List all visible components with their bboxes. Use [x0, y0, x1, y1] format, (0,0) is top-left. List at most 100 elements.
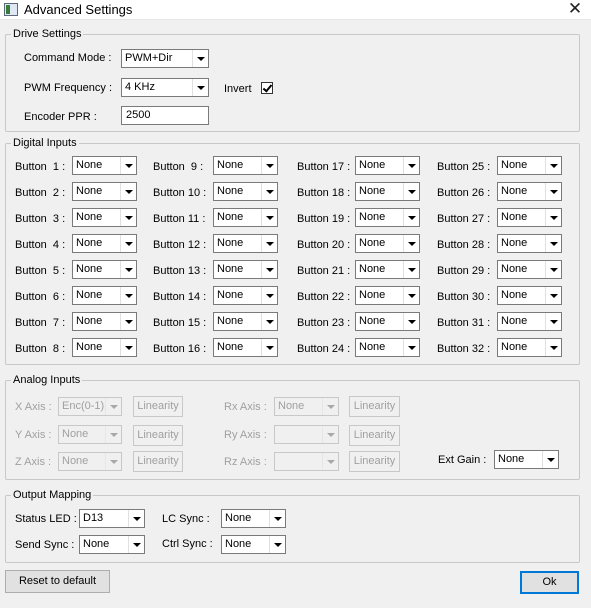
button-24-select[interactable]: None — [355, 338, 420, 357]
button-16-label: Button 16 : — [153, 343, 207, 355]
button-29-value: None — [501, 263, 528, 275]
ry-axis-select — [274, 425, 339, 444]
rx-axis-label: Rx Axis : — [224, 401, 267, 413]
chevron-down-icon — [105, 453, 121, 470]
analog-inputs-title: Analog Inputs — [11, 373, 83, 387]
ctrl-sync-select[interactable]: None — [221, 535, 286, 554]
button-8-select[interactable]: None — [72, 338, 137, 357]
button-31-select[interactable]: None — [497, 312, 562, 331]
button-14-label: Button 14 : — [153, 291, 207, 303]
chevron-down-icon — [120, 209, 136, 226]
chevron-down-icon — [120, 339, 136, 356]
button-24-label: Button 24 : — [297, 343, 351, 355]
chevron-down-icon — [542, 451, 558, 468]
button-28-select[interactable]: None — [497, 234, 562, 253]
chevron-down-icon — [261, 261, 277, 278]
chevron-down-icon — [403, 235, 419, 252]
button-12-select[interactable]: None — [213, 234, 278, 253]
status-led-label: Status LED : — [15, 513, 77, 525]
send-sync-label: Send Sync : — [15, 539, 75, 551]
button-21-select[interactable]: None — [355, 260, 420, 279]
z-linearity-button: Linearity — [133, 451, 183, 472]
rz-axis-label: Rz Axis : — [224, 456, 267, 468]
button-13-select[interactable]: None — [213, 260, 278, 279]
button-16-select[interactable]: None — [213, 338, 278, 357]
button-1-select[interactable]: None — [72, 156, 137, 175]
command-mode-select[interactable]: PWM+Dir — [121, 49, 209, 68]
close-button[interactable]: ✕ — [567, 0, 583, 18]
y-linearity-button: Linearity — [133, 425, 183, 446]
button-14-select[interactable]: None — [213, 286, 278, 305]
button-30-select[interactable]: None — [497, 286, 562, 305]
button-18-label: Button 18 : — [297, 187, 351, 199]
button-9-value: None — [217, 159, 244, 171]
button-26-select[interactable]: None — [497, 182, 562, 201]
digital-inputs-group: Digital Inputs — [5, 136, 580, 365]
chevron-down-icon — [120, 235, 136, 252]
button-6-label: Button 6 : — [15, 291, 66, 303]
button-7-select[interactable]: None — [72, 312, 137, 331]
button-9-select[interactable]: None — [213, 156, 278, 175]
button-7-value: None — [76, 315, 103, 327]
button-32-select[interactable]: None — [497, 338, 562, 357]
button-21-value: None — [359, 263, 386, 275]
button-11-label: Button 11 : — [153, 213, 206, 225]
ext-gain-select[interactable]: None — [494, 450, 559, 469]
button-30-label: Button 30 : — [437, 291, 491, 303]
invert-checkbox[interactable] — [261, 82, 273, 94]
chevron-down-icon — [403, 339, 419, 356]
chevron-down-icon — [120, 287, 136, 304]
button-4-select[interactable]: None — [72, 234, 137, 253]
button-29-select[interactable]: None — [497, 260, 562, 279]
lc-sync-select[interactable]: None — [221, 509, 286, 528]
encoder-ppr-label: Encoder PPR : — [24, 111, 97, 123]
button-27-select[interactable]: None — [497, 208, 562, 227]
button-22-value: None — [359, 289, 386, 301]
send-sync-select[interactable]: None — [79, 535, 145, 554]
button-10-select[interactable]: None — [213, 182, 278, 201]
chevron-down-icon — [545, 339, 561, 356]
button-25-select[interactable]: None — [497, 156, 562, 175]
ok-button[interactable]: Ok — [520, 571, 579, 594]
reset-to-default-button[interactable]: Reset to default — [5, 570, 110, 593]
rx-axis-value: None — [278, 400, 305, 412]
button-11-select[interactable]: None — [213, 208, 278, 227]
button-6-select[interactable]: None — [72, 286, 137, 305]
rx-axis-select: None — [274, 397, 339, 416]
button-23-select[interactable]: None — [355, 312, 420, 331]
encoder-ppr-field[interactable]: 2500 — [121, 106, 209, 125]
button-17-select[interactable]: None — [355, 156, 420, 175]
pwm-frequency-select[interactable]: 4 KHz — [121, 78, 209, 97]
button-27-value: None — [501, 211, 528, 223]
button-6-value: None — [76, 289, 103, 301]
button-2-value: None — [76, 185, 103, 197]
button-2-select[interactable]: None — [72, 182, 137, 201]
chevron-down-icon — [403, 183, 419, 200]
button-12-label: Button 12 : — [153, 239, 207, 251]
button-5-select[interactable]: None — [72, 260, 137, 279]
button-19-label: Button 19 : — [297, 213, 351, 225]
chevron-down-icon — [322, 453, 338, 470]
button-9-label: Button 9 : — [153, 161, 204, 173]
chevron-down-icon — [105, 426, 121, 443]
y-axis-select: None — [58, 425, 122, 444]
button-3-select[interactable]: None — [72, 208, 137, 227]
button-18-value: None — [359, 185, 386, 197]
button-15-select[interactable]: None — [213, 312, 278, 331]
window-title: Advanced Settings — [24, 2, 133, 17]
invert-label: Invert — [224, 83, 252, 95]
button-2-label: Button 2 : — [15, 187, 66, 199]
status-led-select[interactable]: D13 — [79, 509, 145, 528]
chevron-down-icon — [545, 183, 561, 200]
ctrl-sync-label: Ctrl Sync : — [162, 538, 213, 550]
button-19-select[interactable]: None — [355, 208, 420, 227]
ry-linearity-button: Linearity — [349, 425, 400, 446]
output-mapping-title: Output Mapping — [11, 488, 94, 502]
button-20-select[interactable]: None — [355, 234, 420, 253]
button-5-label: Button 5 : — [15, 265, 66, 277]
button-22-select[interactable]: None — [355, 286, 420, 305]
ctrl-sync-value: None — [225, 538, 252, 550]
z-axis-label: Z Axis : — [15, 456, 52, 468]
button-13-label: Button 13 : — [153, 265, 207, 277]
button-18-select[interactable]: None — [355, 182, 420, 201]
